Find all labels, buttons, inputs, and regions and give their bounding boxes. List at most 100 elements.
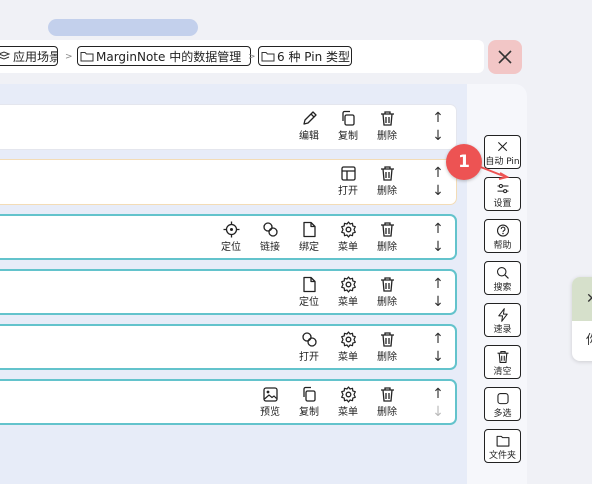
pin-card[interactable]: 定位 菜单 删除 ↑ ↓ — [0, 269, 457, 315]
move-down-button[interactable]: ↓ — [431, 240, 445, 254]
sidebar-button-label: 速录 — [493, 325, 512, 335]
sidebar-button-label: 多选 — [493, 409, 512, 419]
breadcrumb-item-data-management[interactable]: MarginNote 中的数据管理 — [77, 46, 251, 66]
bolt-icon — [497, 308, 508, 322]
breadcrumb-label: 应用场景 — [13, 49, 58, 64]
sidebar-button-label: 文件夹 — [488, 451, 516, 461]
delete-label: 删除 — [377, 131, 397, 142]
document-icon — [302, 276, 316, 293]
pin-card[interactable]: 定位 链接 绑定 菜单 删除 ↑ ↓ — [0, 214, 457, 260]
locate-button[interactable]: 定位 — [213, 220, 249, 253]
folder-icon — [261, 52, 275, 62]
sliders-icon — [497, 184, 508, 194]
breadcrumb-label: 6 种 Pin 类型 — [277, 49, 350, 64]
link-button[interactable]: 链接 — [252, 220, 288, 253]
delete-button[interactable]: 删除 — [369, 109, 405, 142]
delete-button[interactable]: 删除 — [369, 385, 405, 418]
close-button[interactable] — [488, 40, 522, 74]
sidebar-button-folder[interactable]: 文件夹 — [484, 429, 521, 463]
menu-button[interactable]: 菜单 — [330, 330, 366, 363]
move-down-button[interactable]: ↓ — [431, 350, 445, 364]
sidebar-button-label: 帮助 — [493, 241, 512, 251]
square-icon — [496, 392, 509, 405]
menu-label: 菜单 — [338, 242, 358, 253]
locate-label: 定位 — [299, 297, 319, 308]
sidebar-button-trash[interactable]: 清空 — [484, 345, 521, 379]
trash-icon — [380, 222, 394, 237]
crosshair-icon — [223, 221, 239, 238]
bind-label: 绑定 — [299, 242, 319, 253]
document-icon — [302, 221, 316, 238]
delete-label: 删除 — [377, 297, 397, 308]
delete-label: 删除 — [377, 242, 397, 253]
move-down-button[interactable]: ↓ — [431, 405, 445, 419]
open-label: 打开 — [299, 352, 319, 363]
copy-button[interactable]: 复制 — [291, 385, 327, 418]
link-label: 链接 — [260, 242, 280, 253]
delete-label: 删除 — [377, 352, 397, 363]
delete-label: 删除 — [377, 407, 397, 418]
move-up-button[interactable]: ↑ — [431, 222, 445, 236]
preview-label: 预览 — [260, 407, 280, 418]
locate-button[interactable]: 定位 — [291, 275, 327, 308]
sidebar-button-square[interactable]: 多选 — [484, 387, 521, 421]
peek-panel-text: 你 — [586, 329, 592, 348]
move-up-button[interactable]: ↑ — [431, 387, 445, 401]
trash-icon — [380, 111, 394, 126]
menu-button[interactable]: 菜单 — [330, 275, 366, 308]
search-icon — [496, 266, 509, 279]
breadcrumb-item-pin-types[interactable]: 6 种 Pin 类型 — [258, 46, 352, 66]
sidebar-button-label: 搜索 — [493, 283, 512, 293]
move-down-button[interactable]: ↓ — [431, 184, 445, 198]
pencil-icon — [302, 111, 317, 125]
delete-button[interactable]: 删除 — [369, 330, 405, 363]
breadcrumb-label: MarginNote 中的数据管理 — [96, 49, 242, 64]
move-up-button[interactable]: ↑ — [431, 111, 445, 125]
move-down-button[interactable]: ↓ — [431, 129, 445, 143]
pin-card[interactable]: 打开 删除 ↑ ↓ — [0, 159, 457, 205]
sidebar-button-help[interactable]: 帮助 — [484, 219, 521, 253]
sidebar-button-label: 清空 — [493, 367, 512, 377]
link-icon — [301, 332, 317, 347]
folder-icon — [80, 52, 94, 62]
delete-button[interactable]: 删除 — [369, 275, 405, 308]
open-button[interactable]: 打开 — [330, 164, 366, 197]
help-icon — [496, 224, 509, 237]
pin-card[interactable]: 预览 复制 菜单 删除 ↑ ↓ — [0, 379, 457, 425]
move-up-button[interactable]: ↑ — [431, 277, 445, 291]
window-drag-handle[interactable] — [48, 19, 198, 36]
copy-icon — [302, 386, 316, 402]
sidebar-button-label: 设置 — [493, 199, 512, 209]
open-button[interactable]: 打开 — [291, 330, 327, 363]
breadcrumb-item-scenarios[interactable]: 应用场景 — [0, 46, 58, 66]
preview-button[interactable]: 预览 — [252, 385, 288, 418]
copy-label: 复制 — [338, 131, 358, 142]
sidebar-button-bolt[interactable]: 速录 — [484, 303, 521, 337]
menu-button[interactable]: 菜单 — [330, 385, 366, 418]
trash-icon — [497, 350, 508, 364]
menu-label: 菜单 — [338, 352, 358, 363]
copy-label: 复制 — [299, 407, 319, 418]
delete-button[interactable]: 删除 — [369, 220, 405, 253]
move-up-button[interactable]: ↑ — [431, 332, 445, 346]
peek-panel[interactable]: ✕ 你 — [572, 277, 592, 361]
move-up-button[interactable]: ↑ — [431, 166, 445, 180]
gear-icon — [340, 386, 356, 403]
delete-button[interactable]: 删除 — [369, 164, 405, 197]
sidebar-button-search[interactable]: 搜索 — [484, 261, 521, 295]
step-badge: 1 — [446, 144, 482, 180]
breadcrumb-separator: > — [248, 52, 256, 62]
gear-icon — [340, 276, 356, 293]
peek-close-icon[interactable]: ✕ — [586, 291, 592, 307]
edit-button[interactable]: 编辑 — [291, 109, 327, 142]
menu-button[interactable]: 菜单 — [330, 220, 366, 253]
edit-label: 编辑 — [299, 131, 319, 142]
trash-icon — [380, 332, 394, 347]
trash-icon — [380, 387, 394, 402]
bind-button[interactable]: 绑定 — [291, 220, 327, 253]
copy-button[interactable]: 复制 — [330, 109, 366, 142]
move-down-button[interactable]: ↓ — [431, 295, 445, 309]
sidebar-button-sliders[interactable]: 设置 — [484, 177, 521, 211]
pin-card[interactable]: 编辑 复制 删除 ↑ ↓ — [0, 104, 457, 150]
pin-card[interactable]: 打开 菜单 删除 ↑ ↓ — [0, 324, 457, 370]
